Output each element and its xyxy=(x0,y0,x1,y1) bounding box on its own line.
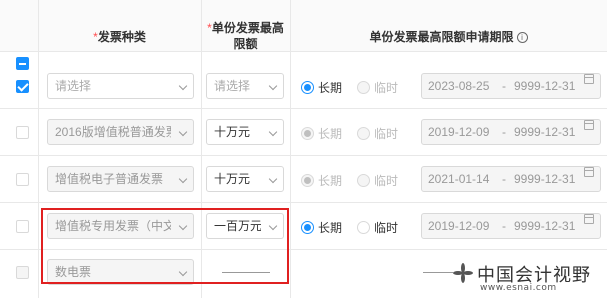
chevron-down-icon xyxy=(178,81,188,91)
start-date: 2019-12-09 xyxy=(428,219,490,233)
highlight-box xyxy=(41,208,289,284)
row-checkbox[interactable] xyxy=(16,126,29,139)
radio-long-term[interactable] xyxy=(301,127,314,140)
row-divider xyxy=(0,108,607,109)
calendar-icon xyxy=(584,120,594,130)
radio-temporary-label: 临时 xyxy=(374,174,399,188)
chevron-down-icon xyxy=(178,127,188,137)
limit-select[interactable]: 十万元 xyxy=(206,166,284,192)
radio-long-term-label: 长期 xyxy=(318,174,343,188)
row-checkbox[interactable] xyxy=(16,220,29,233)
end-date: 9999-12-31 xyxy=(514,219,576,233)
end-date: 9999-12-31 xyxy=(514,79,576,93)
radio-temporary[interactable] xyxy=(357,81,370,94)
radio-temporary[interactable] xyxy=(357,127,370,140)
empty-period-placeholder xyxy=(423,272,453,273)
column-header-period: 单份发票最高限额申请期限 i xyxy=(290,29,607,45)
row-checkbox[interactable] xyxy=(16,173,29,186)
radio-temporary-label: 临时 xyxy=(374,81,399,95)
invoice-type-select[interactable]: 增值税电子普通发票 xyxy=(47,166,194,192)
radio-temporary-label: 临时 xyxy=(374,221,399,235)
end-date: 9999-12-31 xyxy=(514,172,576,186)
radio-temporary[interactable] xyxy=(357,221,370,234)
start-date: 2021-01-14 xyxy=(428,172,490,186)
watermark-url: www.esnai.com xyxy=(480,283,557,293)
date-range-picker[interactable]: 2023-08-25 - 9999-12-31 xyxy=(421,73,601,99)
calendar-icon xyxy=(584,74,594,84)
radio-temporary-label: 临时 xyxy=(374,127,399,141)
start-date: 2019-12-09 xyxy=(428,125,490,139)
info-icon[interactable]: i xyxy=(516,32,528,44)
chevron-down-icon xyxy=(178,174,188,184)
calendar-icon xyxy=(584,167,594,177)
calendar-icon xyxy=(584,214,594,224)
radio-long-term[interactable] xyxy=(301,174,314,187)
invoice-type-select[interactable]: 请选择 xyxy=(47,73,194,99)
column-header-invoice-type: *发票种类 xyxy=(93,30,146,44)
watermark-logo-icon xyxy=(452,262,474,284)
invoice-type-select[interactable]: 2016版增值税普通发票（ xyxy=(47,119,194,145)
chevron-down-icon xyxy=(268,174,278,184)
chevron-down-icon xyxy=(268,81,278,91)
row-checkbox[interactable] xyxy=(16,266,29,279)
date-separator: - xyxy=(502,219,506,233)
select-all-checkbox[interactable] xyxy=(16,57,29,70)
radio-long-term[interactable] xyxy=(301,221,314,234)
limit-select[interactable]: 十万元 xyxy=(206,119,284,145)
row-divider xyxy=(0,155,607,156)
radio-long-term-label: 长期 xyxy=(318,221,343,235)
radio-long-term-label: 长期 xyxy=(318,127,343,141)
row-checkbox[interactable] xyxy=(16,80,29,93)
start-date: 2023-08-25 xyxy=(428,79,490,93)
date-separator: - xyxy=(502,172,506,186)
date-separator: - xyxy=(502,79,506,93)
date-separator: - xyxy=(502,125,506,139)
date-range-picker[interactable]: 2019-12-09 - 9999-12-31 xyxy=(421,119,601,145)
column-header-max-limit: *单份发票最高 限额 xyxy=(207,21,284,51)
date-range-picker[interactable]: 2019-12-09 - 9999-12-31 xyxy=(421,213,601,239)
row-divider xyxy=(0,202,607,203)
date-range-picker[interactable]: 2021-01-14 - 9999-12-31 xyxy=(421,166,601,192)
radio-temporary[interactable] xyxy=(357,174,370,187)
chevron-down-icon xyxy=(268,127,278,137)
radio-long-term-label: 长期 xyxy=(318,81,343,95)
radio-long-term[interactable] xyxy=(301,81,314,94)
end-date: 9999-12-31 xyxy=(514,125,576,139)
limit-select[interactable]: 请选择 xyxy=(206,73,284,99)
